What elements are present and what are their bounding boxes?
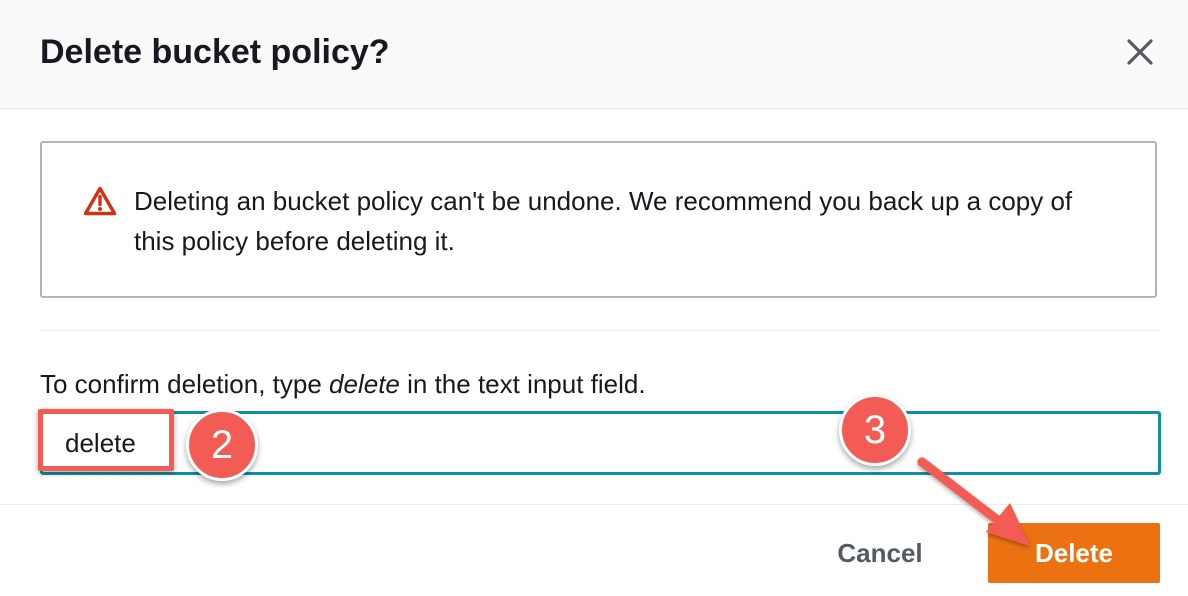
dialog-title: Delete bucket policy? [40,33,390,71]
step-2-badge: 2 [186,409,258,481]
delete-button[interactable]: Delete [988,523,1160,583]
warning-alert: Deleting an bucket policy can't be undon… [40,141,1157,298]
warning-message: Deleting an bucket policy can't be undon… [134,186,1073,256]
step-3-badge: 3 [839,394,911,466]
footer-divider [0,504,1188,505]
confirm-instruction: To confirm deletion, type delete in the … [40,364,646,404]
section-divider [40,330,1160,331]
input-highlight-box [38,409,174,471]
close-button[interactable] [1120,30,1160,74]
close-icon [1127,39,1153,65]
cancel-button[interactable]: Cancel [820,530,940,576]
warning-icon [83,186,117,216]
confirm-label-before: To confirm deletion, type [40,369,330,399]
confirm-label-after: in the text input field. [399,369,646,399]
confirm-keyword: delete [329,369,400,399]
dialog-header: Delete bucket policy? [0,0,1188,109]
